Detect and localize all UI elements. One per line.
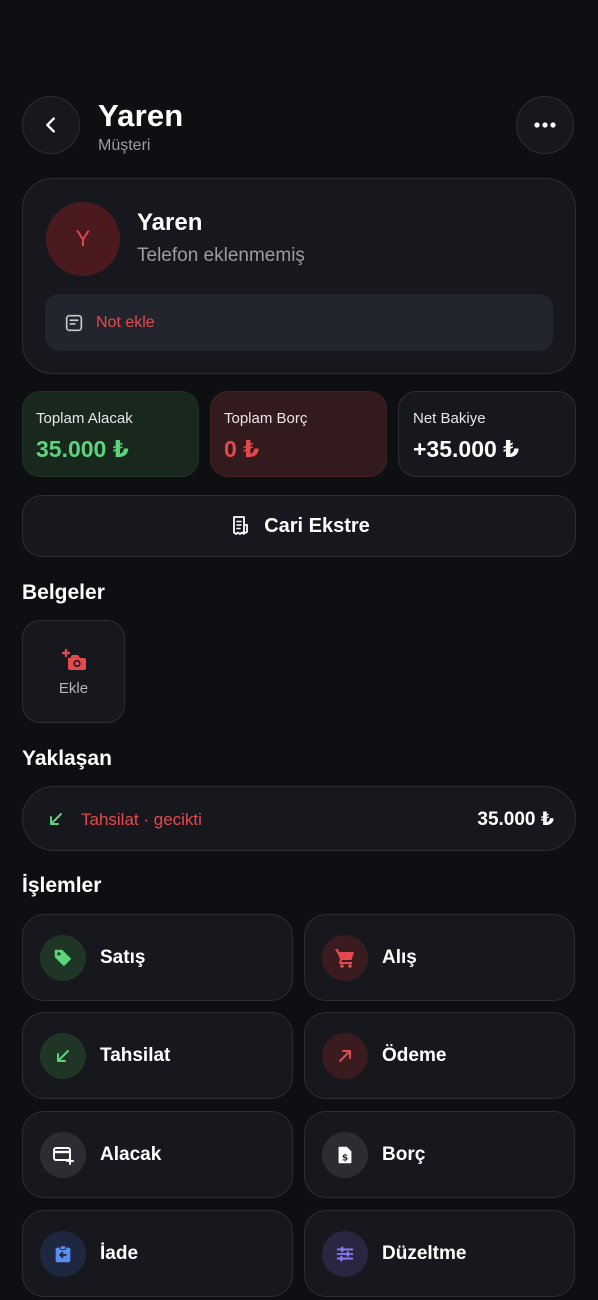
upcoming-item-label: Tahsilat · gecikti: [81, 810, 202, 829]
upcoming-item-amount: 35.000 ₺: [477, 809, 554, 830]
operation-sale-label: Satış: [100, 946, 146, 968]
chevron-left-icon: [46, 117, 55, 133]
svg-text:$: $: [342, 1152, 348, 1163]
operation-collection-button[interactable]: Tahsilat: [22, 1012, 293, 1099]
operation-return-label: İade: [100, 1242, 139, 1264]
cart-icon: [335, 948, 354, 968]
account-statement-button[interactable]: Cari Ekstre: [22, 495, 576, 557]
add-photo-icon: [61, 648, 86, 670]
more-dots-icon: [534, 122, 556, 128]
arrow-down-left-icon: [50, 813, 62, 825]
operation-debt-button[interactable]: $ Borç: [304, 1111, 575, 1198]
page-subtitle: Müşteri: [98, 137, 151, 154]
add-note-button[interactable]: Not ekle: [45, 294, 553, 351]
total-receivable-card: Toplam Alacak 35.000 ₺: [22, 391, 199, 477]
profile-phone: Telefon eklenmemiş: [137, 245, 305, 266]
upcoming-item[interactable]: Tahsilat · gecikti 35.000 ₺: [22, 786, 576, 851]
tag-icon: [54, 949, 72, 966]
document-dollar-icon: $: [338, 1146, 352, 1163]
net-balance-value: +35.000 ₺: [413, 436, 520, 462]
upcoming-title: Yaklaşan: [22, 747, 112, 770]
add-note-label: Not ekle: [96, 313, 155, 331]
arrow-up-right-icon: [339, 1049, 351, 1062]
documents-title: Belgeler: [22, 581, 105, 604]
arrow-down-left-icon: [57, 1049, 69, 1062]
operation-purchase-label: Alış: [382, 946, 417, 968]
operation-return-button[interactable]: İade: [22, 1210, 293, 1297]
operations-title: İşlemler: [22, 874, 102, 897]
receipt-icon: [233, 516, 249, 535]
operation-purchase-button[interactable]: Alış: [304, 914, 575, 1001]
net-balance-card: Net Bakiye +35.000 ₺: [398, 391, 576, 477]
net-balance-label: Net Bakiye: [413, 410, 486, 427]
return-icon: [55, 1244, 71, 1262]
profile-name: Yaren: [137, 209, 203, 236]
operation-receivable-button[interactable]: Alacak: [22, 1111, 293, 1198]
operation-payment-button[interactable]: Ödeme: [304, 1012, 575, 1099]
operation-debt-label: Borç: [382, 1143, 426, 1165]
total-debt-value: 0 ₺: [224, 436, 260, 462]
profile-card: Y Yaren Telefon eklenmemiş Not ekle: [22, 178, 576, 374]
operation-adjustment-button[interactable]: Düzeltme: [304, 1210, 575, 1297]
operation-payment-label: Ödeme: [382, 1044, 447, 1066]
back-button[interactable]: [22, 96, 80, 154]
card-plus-icon: [53, 1146, 74, 1165]
add-document-button[interactable]: Ekle: [22, 620, 125, 723]
avatar: Y: [46, 202, 120, 276]
total-receivable-value: 35.000 ₺: [36, 436, 129, 462]
operation-sale-button[interactable]: Satış: [22, 914, 293, 1001]
account-statement-label: Cari Ekstre: [264, 514, 370, 537]
sliders-icon: [336, 1245, 354, 1262]
operation-adjustment-label: Düzeltme: [382, 1242, 467, 1264]
total-debt-card: Toplam Borç 0 ₺: [210, 391, 387, 477]
note-icon: [65, 314, 83, 331]
page-title: Yaren: [98, 98, 184, 133]
total-debt-label: Toplam Borç: [224, 410, 308, 427]
more-options-button[interactable]: [516, 96, 574, 154]
operation-collection-label: Tahsilat: [100, 1044, 171, 1066]
operation-receivable-label: Alacak: [100, 1143, 162, 1165]
add-document-label: Ekle: [58, 680, 89, 697]
total-receivable-label: Toplam Alacak: [36, 410, 133, 427]
